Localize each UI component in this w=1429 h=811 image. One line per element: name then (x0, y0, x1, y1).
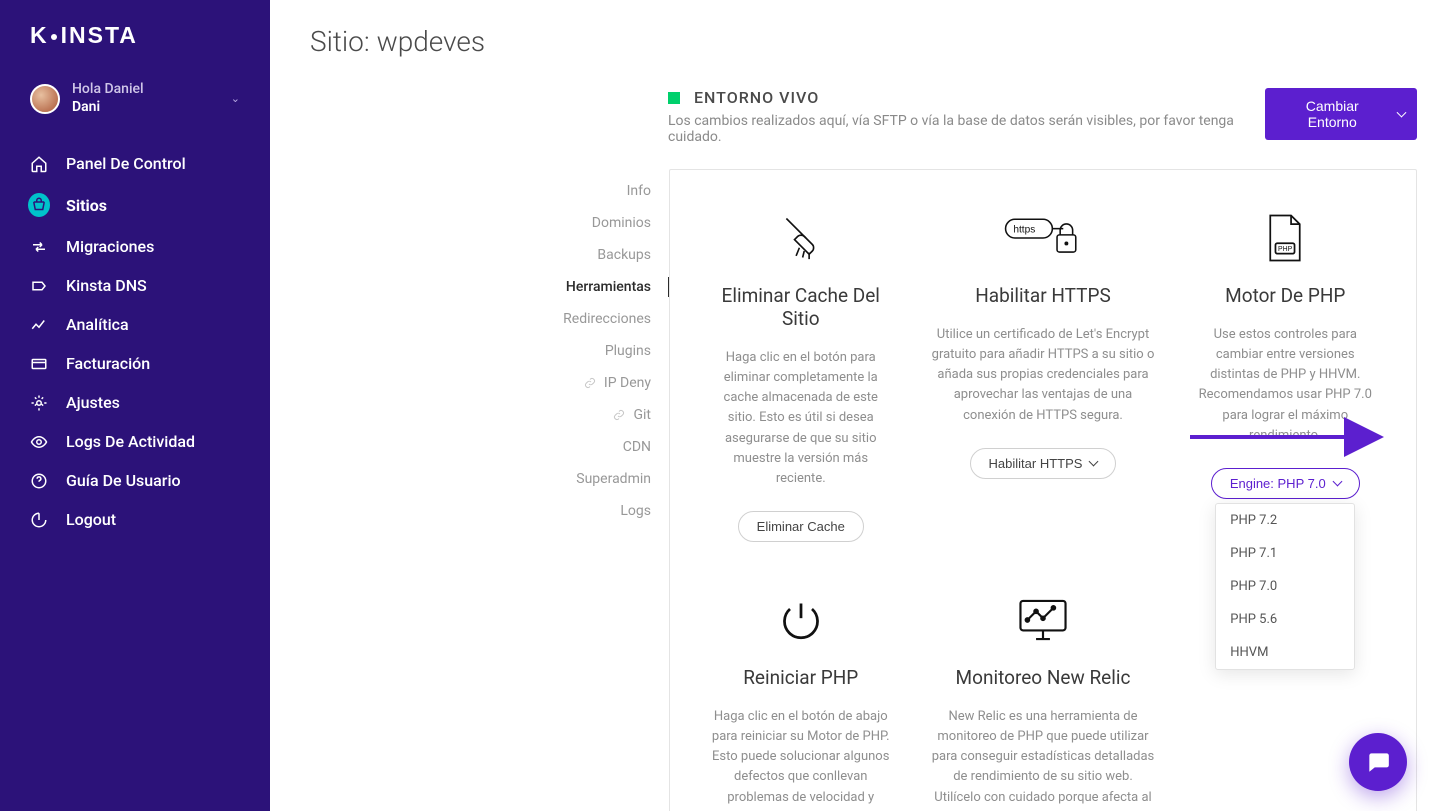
enable-https-button[interactable]: Habilitar HTTPS (970, 448, 1117, 479)
tab-redirecciones[interactable]: Redirecciones (539, 303, 669, 335)
card-restart-php: Reiniciar PHP Haga clic en el botón de a… (694, 592, 907, 811)
php-engine-menu: PHP 7.2 PHP 7.1 PHP 7.0 PHP 5.6 HHVM (1215, 503, 1355, 670)
link-icon (613, 409, 625, 421)
nav-analitica[interactable]: Analítica (0, 305, 270, 344)
php-option[interactable]: PHP 7.1 (1216, 537, 1354, 570)
card-title: Monitoreo New Relic (931, 666, 1154, 689)
card-desc: New Relic es una herramienta de monitore… (931, 707, 1154, 811)
card-desc: Haga clic en el botón para eliminar comp… (708, 348, 893, 489)
tab-herramientas[interactable]: Herramientas (539, 271, 669, 303)
eye-icon (28, 433, 50, 451)
tab-git[interactable]: Git (539, 399, 669, 431)
user-name: Dani (72, 99, 219, 117)
settings-icon (28, 394, 50, 412)
card-title: Habilitar HTTPS (931, 284, 1154, 307)
card-title: Reiniciar PHP (708, 666, 893, 689)
nav-facturacion[interactable]: Facturación (0, 344, 270, 383)
card-clear-cache: Eliminar Cache Del Sitio Haga clic en el… (694, 210, 907, 542)
logout-icon (28, 511, 50, 529)
php-option[interactable]: PHP 7.0 (1216, 570, 1354, 603)
card-desc: Use estos controles para cambiar entre v… (1193, 325, 1378, 446)
php-option[interactable]: PHP 7.2 (1216, 504, 1354, 537)
tab-logs[interactable]: Logs (539, 495, 669, 527)
nav-dns[interactable]: Kinsta DNS (0, 266, 270, 305)
card-title: Motor De PHP (1193, 284, 1378, 307)
help-icon (28, 472, 50, 490)
monitor-chart-icon (931, 592, 1154, 648)
home-icon (28, 155, 50, 173)
link-icon (584, 377, 596, 389)
chat-fab[interactable] (1349, 733, 1407, 791)
php-engine-dropdown[interactable]: Engine: PHP 7.0 (1211, 468, 1360, 499)
tab-dominios[interactable]: Dominios (539, 207, 669, 239)
nav-migraciones[interactable]: Migraciones (0, 227, 270, 266)
page-title: Sitio: wpdeves (270, 0, 1429, 88)
tab-cdn[interactable]: CDN (539, 431, 669, 463)
nav-logs[interactable]: Logs De Actividad (0, 422, 270, 461)
tab-ip-deny[interactable]: IP Deny (539, 367, 669, 399)
https-lock-icon: https (931, 210, 1154, 266)
nav-logout[interactable]: Logout (0, 500, 270, 539)
environment-header: ENTORNO VIVO Los cambios realizados aquí… (668, 88, 1429, 169)
site-tabs: Info Dominios Backups Herramientas Redir… (539, 169, 669, 811)
tab-backups[interactable]: Backups (539, 239, 669, 271)
nav-ajustes[interactable]: Ajustes (0, 383, 270, 422)
tab-plugins[interactable]: Plugins (539, 335, 669, 367)
nav-sitios[interactable]: Sitios (0, 183, 270, 227)
billing-icon (28, 355, 50, 373)
card-enable-https: https Habilitar HTTPS Utilice un certifi… (917, 210, 1168, 542)
brand-logo: KINSTA (0, 22, 270, 71)
chevron-down-icon (1089, 457, 1099, 467)
tab-superadmin[interactable]: Superadmin (539, 463, 669, 495)
php-option[interactable]: HHVM (1216, 636, 1354, 669)
migrations-icon (28, 238, 50, 256)
tab-info[interactable]: Info (539, 175, 669, 207)
main: Sitio: wpdeves ENTORNO VIVO Los cambios … (270, 0, 1429, 811)
card-newrelic: Monitoreo New Relic New Relic es una her… (917, 592, 1168, 811)
php-file-icon: PHP (1193, 210, 1378, 266)
chevron-down-icon: ⌄ (231, 92, 240, 105)
php-option[interactable]: PHP 5.6 (1216, 603, 1354, 636)
chevron-down-icon (1332, 477, 1342, 487)
power-icon (708, 592, 893, 648)
card-desc: Utilice un certificado de Let's Encrypt … (931, 325, 1154, 426)
user-greeting: Hola Daniel (72, 81, 219, 99)
sites-icon (28, 193, 50, 217)
dns-icon (28, 277, 50, 295)
environment-badge: ENTORNO VIVO (694, 88, 819, 107)
live-indicator-icon (668, 92, 680, 104)
clear-cache-button[interactable]: Eliminar Cache (738, 511, 864, 542)
chat-icon (1365, 749, 1391, 775)
environment-description: Los cambios realizados aquí, vía SFTP o … (668, 113, 1265, 145)
switch-environment-button[interactable]: Cambiar Entorno (1265, 88, 1417, 140)
svg-text:PHP: PHP (1278, 246, 1293, 253)
user-menu[interactable]: Hola Daniel Dani ⌄ (0, 71, 270, 136)
card-title: Eliminar Cache Del Sitio (708, 284, 893, 330)
broom-icon (708, 210, 893, 266)
card-desc: Haga clic en el botón de abajo para rein… (708, 707, 893, 811)
analytics-icon (28, 316, 50, 334)
card-php-engine: PHP Motor De PHP Use estos controles par… (1179, 210, 1392, 542)
nav-panel[interactable]: Panel De Control (0, 144, 270, 183)
nav-guia[interactable]: Guía De Usuario (0, 461, 270, 500)
avatar (30, 84, 60, 114)
svg-text:https: https (1013, 225, 1035, 236)
tools-grid: Eliminar Cache Del Sitio Haga clic en el… (669, 169, 1417, 811)
sidebar: KINSTA Hola Daniel Dani ⌄ Panel De Contr… (0, 0, 270, 811)
nav: Panel De Control Sitios Migraciones Kins… (0, 136, 270, 539)
